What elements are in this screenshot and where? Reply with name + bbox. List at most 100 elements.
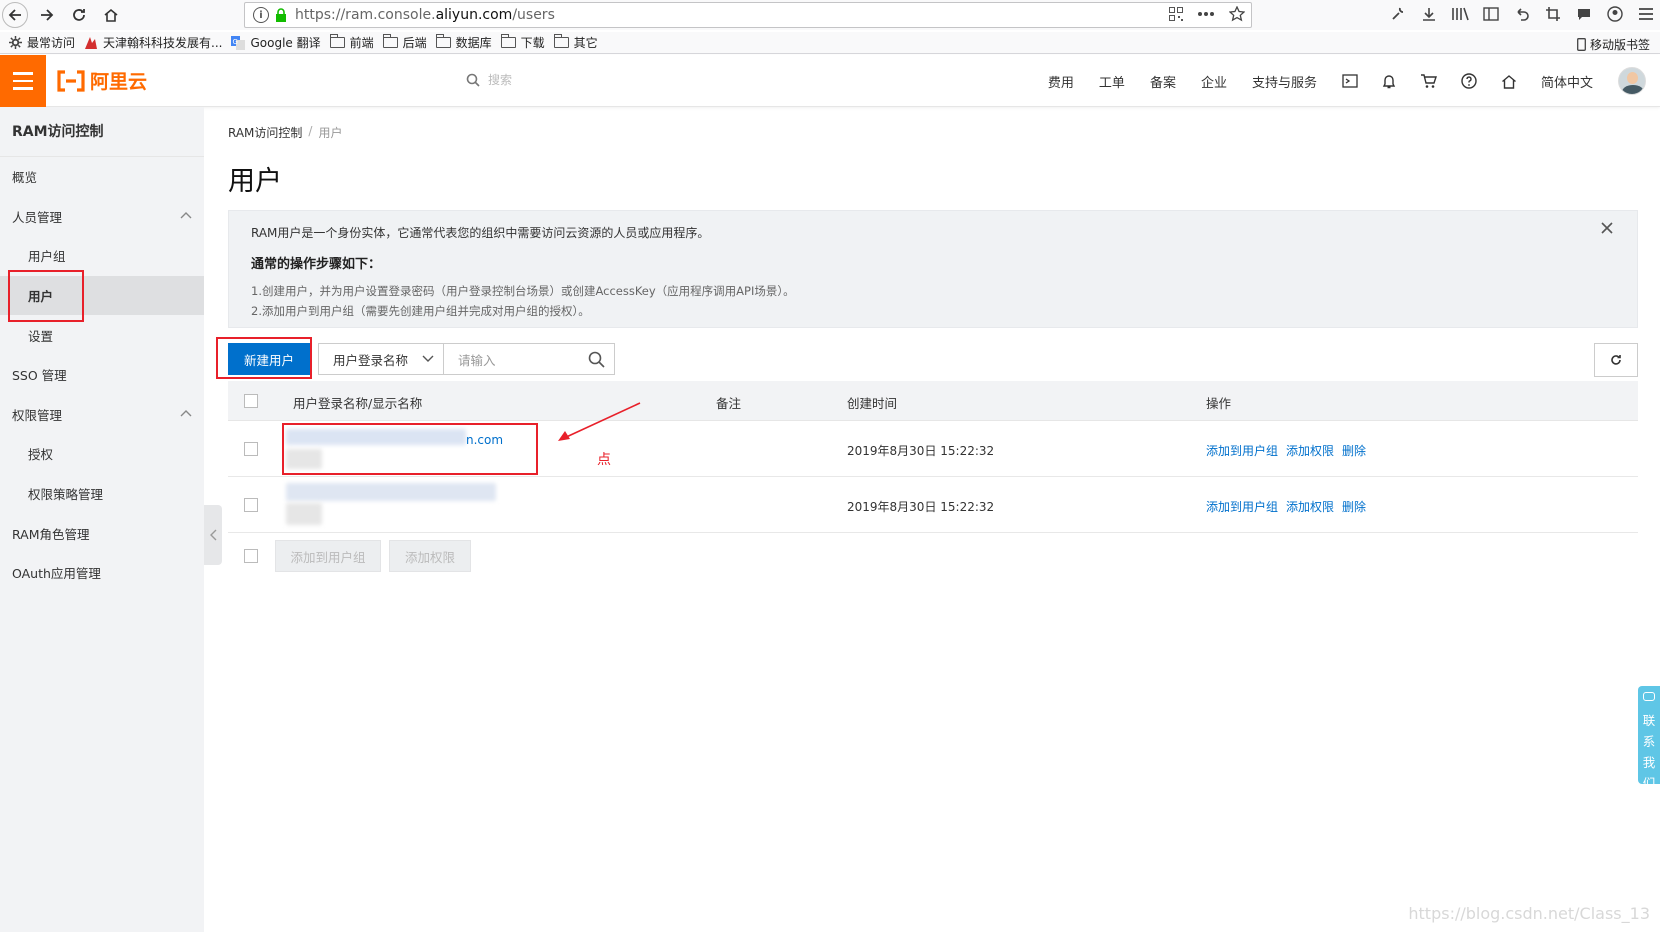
add-to-group-link[interactable]: 添加到用户组 bbox=[1206, 442, 1278, 459]
sidebar-toggle-icon[interactable] bbox=[1481, 3, 1501, 25]
contact-us-tab[interactable]: 联 系 我 们 bbox=[1638, 686, 1660, 791]
row-checkbox[interactable] bbox=[244, 498, 258, 512]
folder-icon bbox=[382, 34, 398, 48]
row-actions: 添加到用户组 添加权限 删除 bbox=[1206, 498, 1366, 515]
search-input[interactable]: 请输入 bbox=[443, 343, 615, 375]
bookmark-google-translate[interactable]: G Google 翻译 bbox=[231, 34, 321, 51]
bookmark-database[interactable]: 数据库 bbox=[435, 34, 492, 51]
url-text[interactable]: https://ram.console.aliyun.com/users bbox=[295, 7, 555, 23]
table-row: 2019年8月30日 15:22:32 添加到用户组 添加权限 删除 bbox=[228, 477, 1638, 533]
bookmark-tianjin[interactable]: 天津翰科科技发展有... bbox=[84, 34, 222, 51]
top-nav: 费用 工单 备案 企业 支持与服务 简体中文 bbox=[1048, 55, 1660, 107]
user-login-name-link[interactable]: n.com bbox=[466, 433, 503, 447]
bookmark-frontend[interactable]: 前端 bbox=[329, 34, 374, 51]
users-highlight-box bbox=[8, 270, 84, 322]
redacted-user-name bbox=[286, 429, 466, 445]
created-time: 2019年8月30日 15:22:32 bbox=[847, 500, 995, 514]
refresh-button[interactable] bbox=[1594, 343, 1638, 377]
nav-enterprise[interactable]: 企业 bbox=[1201, 72, 1227, 91]
home-icon[interactable] bbox=[1501, 74, 1517, 89]
bookmark-most-visited[interactable]: 最常访问 bbox=[9, 34, 75, 51]
address-bar[interactable]: i https://ram.console.aliyun.com/users bbox=[244, 2, 1252, 28]
notice-description: RAM用户是一个身份实体，它通常代表您的组织中需要访问云资源的人员或应用程序。 bbox=[251, 226, 710, 240]
nav-billing[interactable]: 费用 bbox=[1048, 72, 1074, 91]
batch-select-checkbox[interactable] bbox=[244, 549, 258, 563]
batch-add-permission-button[interactable]: 添加权限 bbox=[389, 540, 471, 572]
console-search[interactable]: 搜索 bbox=[466, 71, 512, 88]
chat-icon[interactable] bbox=[1574, 3, 1594, 25]
chevron-down-icon bbox=[422, 355, 434, 362]
terminal-icon[interactable] bbox=[1342, 74, 1358, 88]
help-icon[interactable] bbox=[1461, 73, 1477, 89]
add-permission-link[interactable]: 添加权限 bbox=[1286, 498, 1334, 515]
reload-button[interactable] bbox=[66, 2, 92, 28]
aliyun-logo[interactable]: 阿里云 bbox=[56, 67, 147, 94]
sidebar-item-oauth[interactable]: OAuth应用管理 bbox=[0, 553, 204, 593]
bookmark-download[interactable]: 下载 bbox=[500, 34, 545, 51]
sidebar: RAM访问控制 概览 人员管理 用户组 用户 设置 SSO 管理 权限管理 授权… bbox=[0, 107, 204, 932]
sidebar-item-permission-management[interactable]: 权限管理 bbox=[0, 395, 204, 435]
sidebar-item-ram-roles[interactable]: RAM角色管理 bbox=[0, 513, 204, 553]
redacted-user-name bbox=[286, 503, 322, 525]
cart-icon[interactable] bbox=[1420, 73, 1437, 89]
toolbar: 新建用户 用户登录名称 请输入 bbox=[216, 337, 1638, 379]
folder-icon bbox=[500, 34, 516, 48]
notice-step-1: 1.创建用户，并为用户设置登录密码（用户登录控制台场景）或创建AccessKey… bbox=[251, 284, 795, 298]
qr-code-icon[interactable] bbox=[1169, 7, 1183, 21]
forward-button[interactable] bbox=[34, 2, 60, 28]
header-note: 备注 bbox=[716, 396, 742, 411]
page-title: 用户 bbox=[228, 166, 282, 197]
download-icon[interactable] bbox=[1419, 3, 1439, 25]
home-icon bbox=[104, 8, 118, 22]
menu-icon[interactable] bbox=[1636, 3, 1656, 25]
crop-icon[interactable] bbox=[1543, 3, 1563, 25]
account-icon[interactable] bbox=[1605, 3, 1625, 25]
undo-icon[interactable] bbox=[1512, 3, 1532, 25]
bookmark-other[interactable]: 其它 bbox=[553, 34, 598, 51]
notice-step-2: 2.添加用户到用户组（需要先创建用户组并完成对用户组的授权）。 bbox=[251, 304, 590, 318]
add-to-group-link[interactable]: 添加到用户组 bbox=[1206, 498, 1278, 515]
notice-steps-title: 通常的操作步骤如下： bbox=[251, 257, 382, 272]
sidebar-collapse-button[interactable] bbox=[204, 505, 222, 565]
annotation-arrow-icon bbox=[558, 402, 641, 441]
chevron-up-icon bbox=[180, 409, 192, 417]
back-button[interactable] bbox=[2, 2, 28, 28]
add-permission-link[interactable]: 添加权限 bbox=[1286, 442, 1334, 459]
delete-link[interactable]: 删除 bbox=[1342, 498, 1366, 515]
sidebar-item-sso[interactable]: SSO 管理 bbox=[0, 355, 204, 395]
nav-tickets[interactable]: 工单 bbox=[1099, 72, 1125, 91]
avatar[interactable] bbox=[1618, 67, 1646, 95]
bookmark-backend[interactable]: 后端 bbox=[382, 34, 427, 51]
library-icon[interactable] bbox=[1450, 3, 1470, 25]
wrench-icon[interactable] bbox=[1388, 3, 1408, 25]
sidebar-item-overview[interactable]: 概览 bbox=[0, 157, 204, 197]
close-icon[interactable] bbox=[1601, 222, 1613, 234]
chevron-left-icon bbox=[209, 529, 216, 541]
sidebar-item-grants[interactable]: 授权 bbox=[0, 434, 204, 474]
hamburger-menu-icon[interactable] bbox=[0, 55, 46, 107]
created-time: 2019年8月30日 15:22:32 bbox=[847, 444, 995, 458]
bell-icon[interactable] bbox=[1382, 73, 1396, 89]
reload-icon bbox=[73, 9, 85, 21]
bookmarks-bar: 最常访问 天津翰科科技发展有... G Google 翻译 前端 后端 数据库 … bbox=[0, 32, 1660, 54]
row-checkbox[interactable] bbox=[244, 442, 258, 456]
star-bookmark-icon[interactable] bbox=[1229, 6, 1245, 22]
more-actions-icon[interactable] bbox=[1197, 11, 1215, 17]
search-icon[interactable] bbox=[588, 351, 605, 368]
create-user-button[interactable]: 新建用户 bbox=[228, 343, 310, 375]
mobile-bookmarks[interactable]: 移动版书签 bbox=[1577, 36, 1650, 53]
sidebar-item-policies[interactable]: 权限策略管理 bbox=[0, 474, 204, 514]
batch-add-to-group-button[interactable]: 添加到用户组 bbox=[275, 540, 381, 572]
filter-field-select[interactable]: 用户登录名称 bbox=[318, 343, 444, 375]
breadcrumb-ram[interactable]: RAM访问控制 bbox=[228, 124, 302, 141]
info-icon[interactable]: i bbox=[253, 7, 269, 23]
delete-link[interactable]: 删除 bbox=[1342, 442, 1366, 459]
select-all-checkbox[interactable] bbox=[244, 394, 258, 408]
home-button[interactable] bbox=[98, 2, 124, 28]
sidebar-item-people-management[interactable]: 人员管理 bbox=[0, 197, 204, 237]
nav-icp[interactable]: 备案 bbox=[1150, 72, 1176, 91]
nav-support[interactable]: 支持与服务 bbox=[1252, 72, 1317, 91]
language-switch[interactable]: 简体中文 bbox=[1541, 72, 1593, 91]
table-row: n.com 点 2019年8月30日 15:22:32 添加到用户组 添加权限 … bbox=[228, 402, 1638, 477]
folder-icon bbox=[435, 34, 451, 48]
